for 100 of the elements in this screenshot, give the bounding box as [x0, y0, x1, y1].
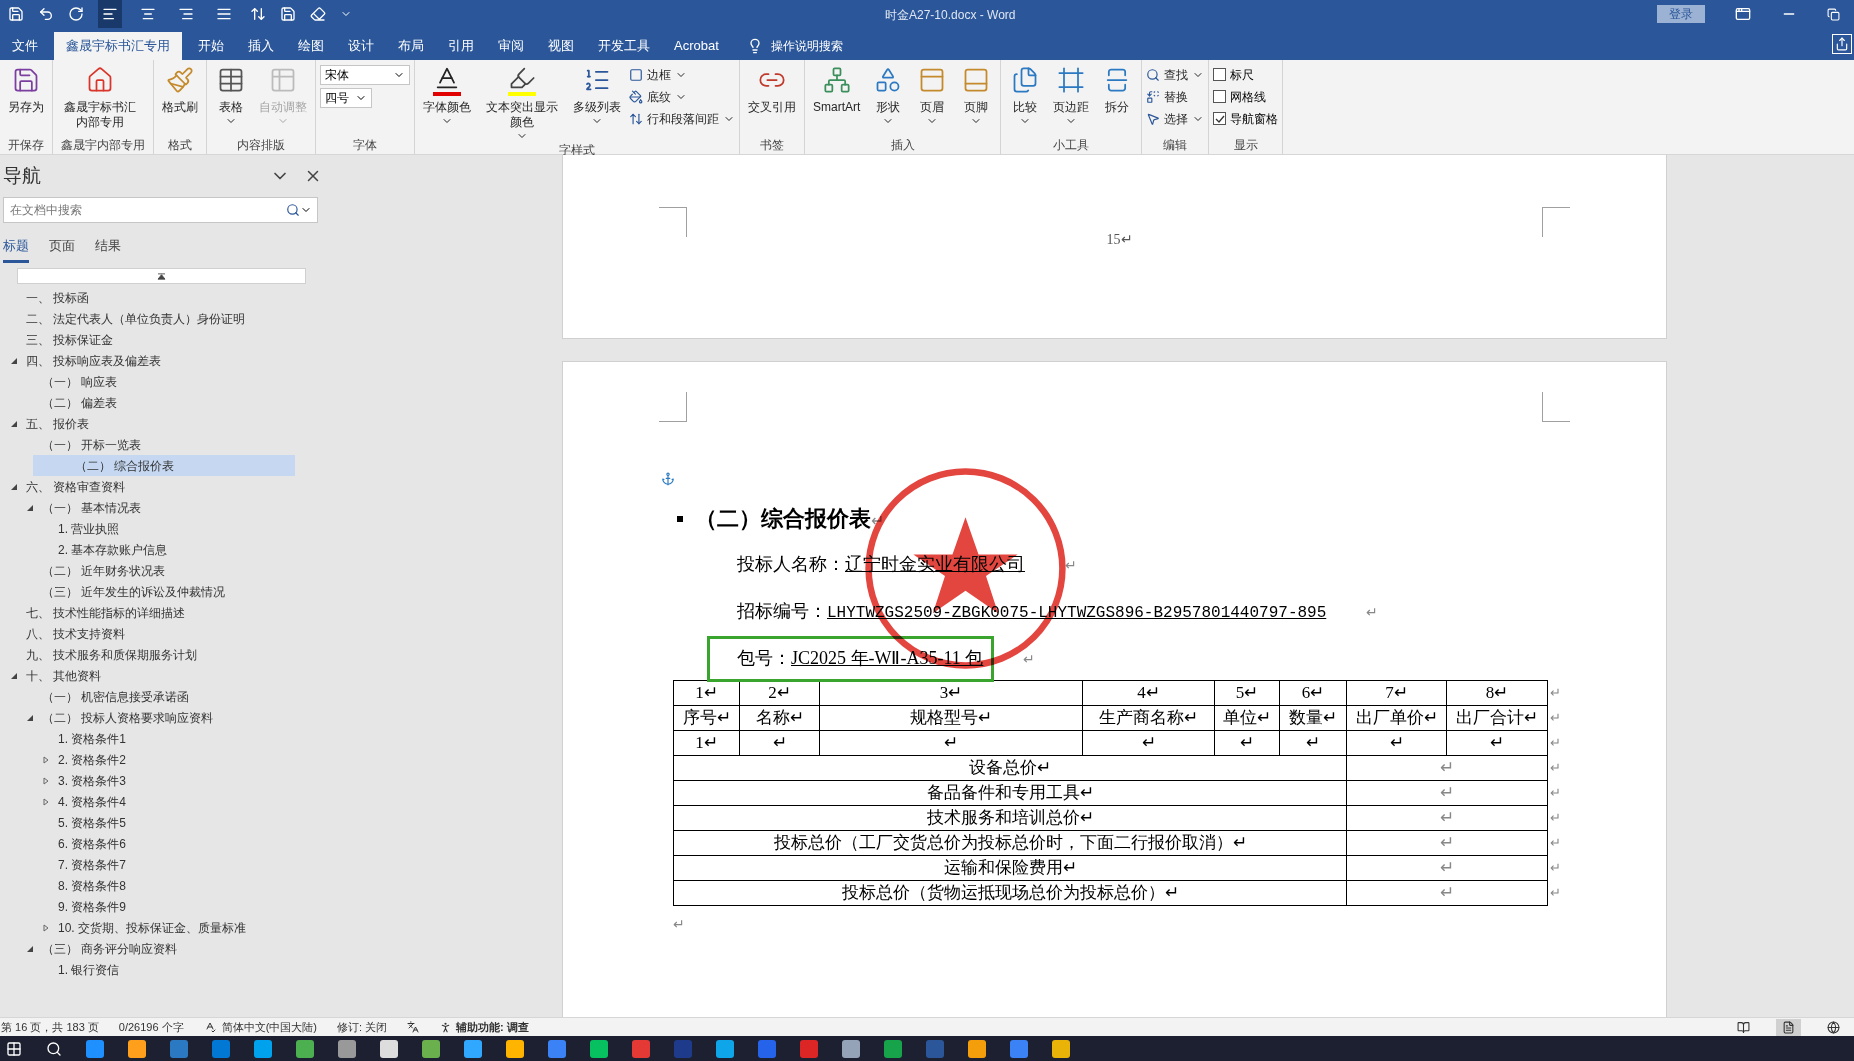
ribbon-button[interactable]: 文本突出显示颜色: [479, 64, 565, 142]
heading-item[interactable]: （二） 偏差表: [0, 392, 295, 413]
ribbon-button[interactable]: SmartArt: [809, 64, 865, 115]
ribbon-button[interactable]: 格式刷: [158, 64, 202, 115]
app-icon[interactable]: [464, 1039, 482, 1058]
save-icon[interactable]: [8, 6, 24, 22]
app-icon[interactable]: [296, 1039, 314, 1058]
app-icon[interactable]: [422, 1039, 440, 1058]
heading-item[interactable]: 6. 资格条件6: [0, 833, 295, 854]
expanded-triangle-icon[interactable]: [26, 944, 34, 953]
heading-item[interactable]: （一） 机密信息接受承诺函: [0, 686, 295, 707]
start-icon[interactable]: [6, 1040, 22, 1057]
checkbox[interactable]: [1213, 112, 1227, 125]
heading-item[interactable]: 7. 资格条件7: [0, 854, 295, 875]
ribbon-tab[interactable]: 开始: [186, 32, 236, 60]
font-combo[interactable]: 宋体: [320, 65, 410, 85]
tell-me-search[interactable]: 操作说明搜索: [770, 37, 843, 55]
restore-icon[interactable]: [1827, 7, 1840, 21]
ribbon-tab[interactable]: 插入: [236, 32, 286, 60]
search-field[interactable]: 在文档中搜索: [3, 197, 318, 223]
undo-icon[interactable]: [38, 6, 54, 22]
ribbon-button[interactable]: 字体颜色: [419, 64, 475, 127]
heading-item[interactable]: 10. 交货期、投标保证金、质量标准: [0, 917, 295, 938]
checkbox-option[interactable]: 导航窗格: [1213, 109, 1279, 128]
ribbon-button[interactable]: 形状: [868, 64, 909, 127]
ribbon-button[interactable]: 页脚: [956, 64, 997, 127]
heading-item[interactable]: 四、 投标响应表及偏差表: [0, 350, 295, 371]
heading-item[interactable]: 八、 技术支持资料: [0, 623, 295, 644]
app-icon[interactable]: [128, 1039, 146, 1058]
ribbon-button[interactable]: 拆分: [1097, 64, 1138, 115]
app-icon[interactable]: [968, 1039, 986, 1058]
accessibility-status[interactable]: 辅助功能: 调查: [456, 1018, 529, 1036]
heading-item[interactable]: 1. 银行资信: [0, 959, 295, 980]
heading-item[interactable]: 十、 其他资料: [0, 665, 295, 686]
ribbon-display-icon[interactable]: [1735, 6, 1751, 22]
expanded-triangle-icon[interactable]: [10, 482, 18, 491]
align-left-icon[interactable]: [98, 0, 122, 28]
ribbon-small-button[interactable]: 边框: [629, 65, 735, 84]
ribbon-button[interactable]: 页边距: [1049, 64, 1094, 127]
login-button[interactable]: 登录: [1657, 5, 1705, 23]
ribbon-small-button[interactable]: 选择: [1146, 109, 1205, 128]
ribbon-tab[interactable]: 文件: [0, 32, 50, 60]
heading-item[interactable]: （一） 响应表: [0, 371, 295, 392]
app-icon[interactable]: [506, 1039, 524, 1058]
app-icon[interactable]: [86, 1039, 104, 1058]
expanded-triangle-icon[interactable]: [10, 419, 18, 428]
expanded-triangle-icon[interactable]: [26, 503, 34, 512]
heading-item[interactable]: （二） 近年财务状况表: [0, 560, 295, 581]
app-icon[interactable]: [1052, 1039, 1070, 1058]
save-as-icon[interactable]: [280, 6, 296, 22]
track-changes-status[interactable]: 修订: 关闭: [337, 1018, 388, 1036]
ribbon-button[interactable]: 页眉: [912, 64, 953, 127]
expanded-triangle-icon[interactable]: [10, 671, 18, 680]
heading-item[interactable]: 五、 报价表: [0, 413, 295, 434]
ribbon-button[interactable]: 交叉引用: [744, 64, 800, 115]
font-combo[interactable]: 四号: [320, 88, 372, 108]
heading-item[interactable]: 2. 资格条件2: [0, 749, 295, 770]
heading-item[interactable]: 一、 投标函: [0, 287, 295, 308]
checkbox-option[interactable]: 标尺: [1213, 65, 1279, 84]
ribbon-button[interactable]: 另存为: [4, 64, 48, 115]
heading-item[interactable]: （三） 商务评分响应资料: [0, 938, 295, 959]
ribbon-small-button[interactable]: 查找: [1146, 65, 1205, 84]
eraser-icon[interactable]: [310, 6, 326, 22]
ribbon-tab[interactable]: 布局: [386, 32, 436, 60]
ribbon-tab[interactable]: 设计: [336, 32, 386, 60]
ribbon-tab[interactable]: 鑫晟宇标书汇专用: [54, 32, 182, 60]
app-icon[interactable]: [338, 1039, 356, 1058]
ribbon-button[interactable]: 表格: [211, 64, 251, 127]
ribbon-button[interactable]: 鑫晟宇标书汇内部专用: [57, 64, 143, 130]
ribbon-tab[interactable]: 审阅: [486, 32, 536, 60]
heading-item[interactable]: （三） 近年发生的诉讼及仲裁情况: [0, 581, 295, 602]
heading-item[interactable]: 5. 资格条件5: [0, 812, 295, 833]
collapsed-triangle-icon[interactable]: [42, 776, 50, 785]
ribbon-small-button[interactable]: 行和段落间距: [629, 109, 735, 128]
app-icon[interactable]: [716, 1039, 734, 1058]
heading-item[interactable]: 六、 资格审查资料: [0, 476, 295, 497]
heading-item[interactable]: 4. 资格条件4: [0, 791, 295, 812]
page-count[interactable]: 第 16 页，共 183 页: [1, 1018, 99, 1036]
heading-item[interactable]: 9. 资格条件9: [0, 896, 295, 917]
collapsed-triangle-icon[interactable]: [42, 755, 50, 764]
app-icon[interactable]: [842, 1039, 860, 1058]
expanded-triangle-icon[interactable]: [26, 713, 34, 722]
ribbon-tab[interactable]: Acrobat: [662, 32, 731, 60]
checkbox[interactable]: [1213, 68, 1227, 81]
ribbon-tab[interactable]: 绘图: [286, 32, 336, 60]
print-layout-icon[interactable]: [1776, 1018, 1801, 1036]
word-count[interactable]: 0/26196 个字: [118, 1018, 184, 1036]
language-status[interactable]: 简体中文(中国大陆): [221, 1018, 317, 1036]
line-spacing-icon[interactable]: [250, 6, 266, 22]
ribbon-small-button[interactable]: 底纹: [629, 87, 735, 106]
pane-tab[interactable]: 页面: [49, 235, 75, 263]
heading-item[interactable]: 2. 基本存款账户信息: [0, 539, 295, 560]
app-icon[interactable]: [884, 1039, 902, 1058]
heading-item[interactable]: 1. 资格条件1: [0, 728, 295, 749]
checkbox-option[interactable]: 网格线: [1213, 87, 1279, 106]
heading-item[interactable]: 七、 技术性能指标的详细描述: [0, 602, 295, 623]
collapsed-triangle-icon[interactable]: [42, 797, 50, 806]
checkbox[interactable]: [1213, 90, 1227, 103]
expanded-triangle-icon[interactable]: [10, 356, 18, 365]
collapsed-triangle-icon[interactable]: [42, 923, 50, 932]
